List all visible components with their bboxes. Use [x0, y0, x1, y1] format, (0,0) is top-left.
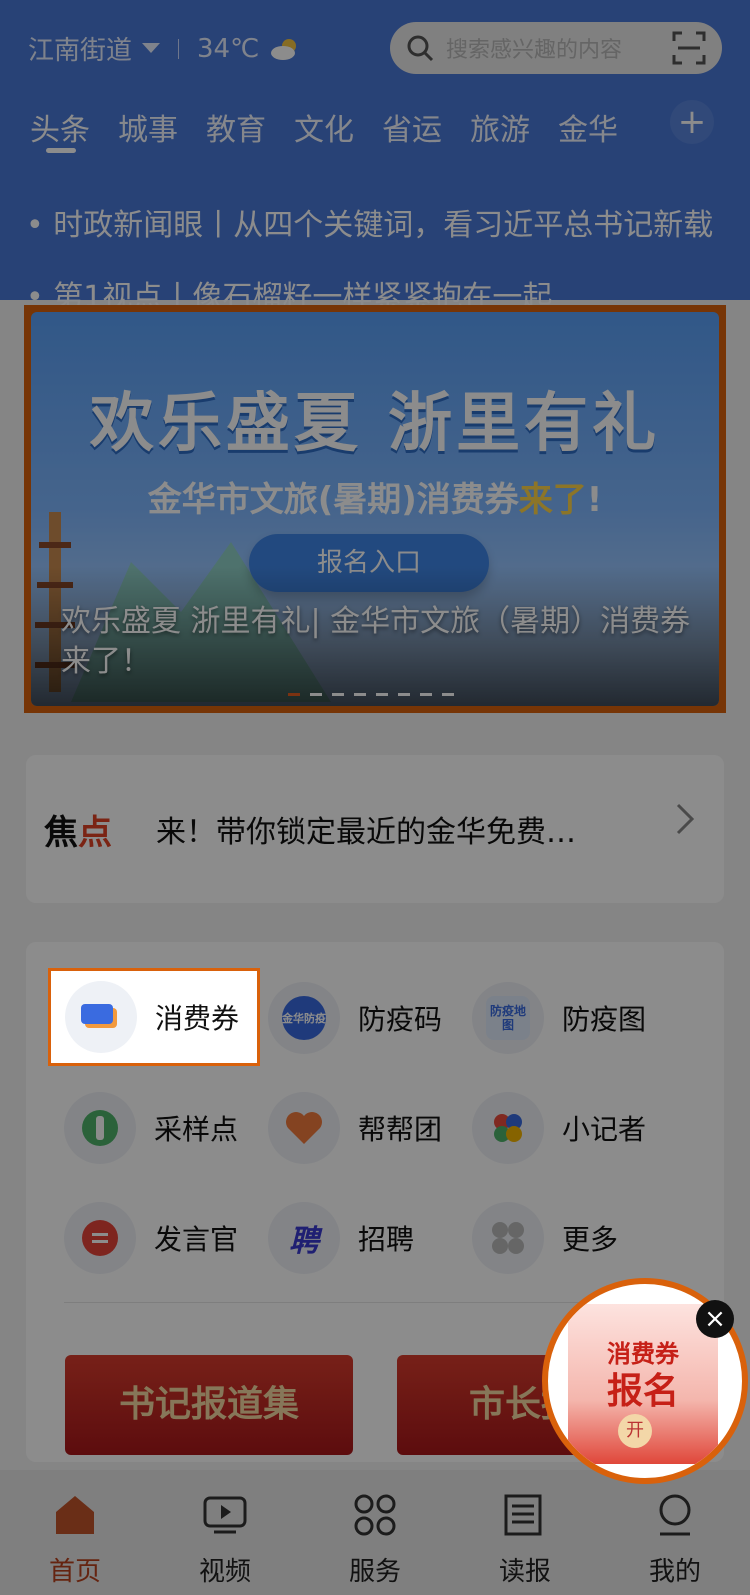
nav-label: 我的 [648, 1557, 701, 1587]
carousel-dot[interactable] [398, 693, 410, 696]
divider [178, 38, 180, 59]
focus-headline: 来！带你锁定最近的金华免费… [156, 815, 576, 850]
epidemic-code-icon: 金华防疫 [268, 982, 340, 1054]
home-icon [56, 1496, 94, 1534]
services-icon [354, 1494, 396, 1536]
nav-home[interactable]: 首页 [15, 1492, 135, 1588]
banner-subtitle-suffix: ! [586, 480, 603, 520]
promo-banner[interactable]: 欢乐盛夏 浙里有礼 金华市文旅(暑期)消费券来了! 报名入口 欢乐盛夏 浙里有礼… [24, 305, 726, 713]
recruit-glyph: 聘 [289, 1224, 319, 1259]
carousel-dot[interactable] [310, 693, 322, 696]
spokesman-icon [64, 1202, 136, 1274]
more-icon [472, 1202, 544, 1274]
carousel-dots [288, 693, 454, 696]
banner-caption: 欢乐盛夏 浙里有礼| 金华市文旅（暑期）消费券来了！ [61, 604, 691, 679]
service-little-reporter[interactable]: 小记者 [472, 1086, 672, 1170]
tab-travel[interactable]: 旅游 [470, 105, 530, 149]
service-label: 小记者 [562, 1113, 647, 1146]
newspaper-icon [504, 1494, 542, 1536]
secretary-report-card[interactable]: 书记报道集 [65, 1355, 353, 1455]
banner-subtitle: 金华市文旅(暑期)消费券来了! [31, 472, 719, 521]
nav-services[interactable]: 服务 [315, 1492, 435, 1588]
carousel-dot[interactable] [420, 693, 432, 696]
service-label: 采样点 [154, 1113, 239, 1146]
helping-hands-icon [268, 1092, 340, 1164]
banner-image: 欢乐盛夏 浙里有礼 金华市文旅(暑期)消费券来了! 报名入口 欢乐盛夏 浙里有礼… [31, 312, 719, 706]
location-label: 江南街道 [28, 36, 133, 66]
tab-education[interactable]: 教育 [206, 105, 266, 149]
banner-subtitle-highlight: 来了 [518, 480, 587, 520]
caret-down-icon [142, 42, 161, 53]
tab-jinhua[interactable]: 金华 [558, 105, 618, 149]
search-icon [407, 35, 434, 62]
epidemic-code-badge: 金华防疫 [282, 996, 326, 1040]
focus-tag-prefix: 焦 [44, 813, 78, 853]
service-epidemic-code[interactable]: 金华防疫 防疫码 [268, 976, 468, 1060]
nav-label: 读报 [498, 1557, 551, 1587]
service-label: 防疫图 [562, 1003, 647, 1036]
tab-provincial-games[interactable]: 省运 [382, 105, 442, 149]
service-label: 防疫码 [358, 1003, 443, 1036]
headline-item[interactable]: • 时政新闻眼丨从四个关键词，看习近平总书记新载 [26, 190, 726, 262]
nav-label: 服务 [348, 1557, 401, 1587]
carousel-dot[interactable] [332, 693, 344, 696]
service-label: 更多 [562, 1223, 619, 1256]
service-spokesman[interactable]: 发言官 [64, 1196, 264, 1280]
add-channel-button[interactable]: + [670, 100, 714, 144]
service-helping-team[interactable]: 帮帮团 [268, 1086, 468, 1170]
service-label: 发言官 [154, 1223, 239, 1256]
tab-city[interactable]: 城事 [118, 105, 178, 149]
nav-profile[interactable]: 我的 [615, 1492, 735, 1588]
open-badge: 开 [618, 1414, 652, 1448]
cloudy-sun-icon [271, 38, 297, 60]
scan-icon[interactable] [672, 31, 706, 65]
search-placeholder: 搜索感兴趣的内容 [446, 38, 623, 63]
banner-title: 欢乐盛夏 浙里有礼 [89, 387, 661, 461]
carousel-dot[interactable] [354, 693, 366, 696]
carousel-dot[interactable] [376, 693, 388, 696]
voucher-icon [65, 981, 137, 1053]
service-more[interactable]: 更多 [472, 1196, 672, 1280]
little-reporter-icon [472, 1092, 544, 1164]
temperature: 34℃ [197, 33, 260, 64]
focus-tag-suffix: 点 [78, 813, 112, 853]
video-icon [203, 1496, 247, 1534]
service-label: 帮帮团 [358, 1113, 443, 1146]
focus-news-card[interactable]: 焦点 来！带你锁定最近的金华免费… [26, 755, 724, 903]
location-selector[interactable]: 江南街道 34℃ [28, 30, 301, 67]
banner-subtitle-text: 金华市文旅(暑期)消费券 [147, 480, 519, 520]
voucher-highlight[interactable]: 消费券 [48, 968, 260, 1066]
profile-icon [659, 1494, 691, 1536]
bottom-navigation: 首页 视频 服务 读报 我的 [0, 1470, 750, 1595]
voucher-label: 消费券 [155, 1002, 240, 1035]
recruit-icon: 聘 [268, 1202, 340, 1274]
nav-video[interactable]: 视频 [165, 1492, 285, 1588]
tab-headlines[interactable]: 头条 [30, 105, 90, 149]
carousel-dot[interactable] [288, 693, 300, 696]
carousel-dot[interactable] [442, 693, 454, 696]
search-bar[interactable]: 搜索感兴趣的内容 [390, 22, 722, 74]
sampling-point-icon [64, 1092, 136, 1164]
nav-label: 视频 [198, 1557, 251, 1587]
nav-label: 首页 [48, 1557, 101, 1587]
channel-tabs: 头条 城事 教育 文化 省运 旅游 金华 [30, 105, 618, 149]
epidemic-map-badge: 防疫地图 [486, 996, 530, 1040]
tab-culture[interactable]: 文化 [294, 105, 354, 149]
chevron-right-icon [676, 803, 695, 835]
service-epidemic-map[interactable]: 防疫地图 防疫图 [472, 976, 672, 1060]
promo-envelope: 消费券 报名 开 [568, 1304, 718, 1464]
focus-tag: 焦点 [44, 805, 112, 854]
nav-newspaper[interactable]: 读报 [465, 1492, 585, 1588]
service-recruit[interactable]: 聘 招聘 [268, 1196, 468, 1280]
close-icon[interactable]: × [696, 1300, 734, 1338]
epidemic-map-icon: 防疫地图 [472, 982, 544, 1054]
service-sampling-point[interactable]: 采样点 [64, 1086, 264, 1170]
active-tab-indicator [46, 148, 76, 153]
service-label: 招聘 [358, 1223, 415, 1256]
promo-line2: 报名 [606, 1371, 679, 1412]
